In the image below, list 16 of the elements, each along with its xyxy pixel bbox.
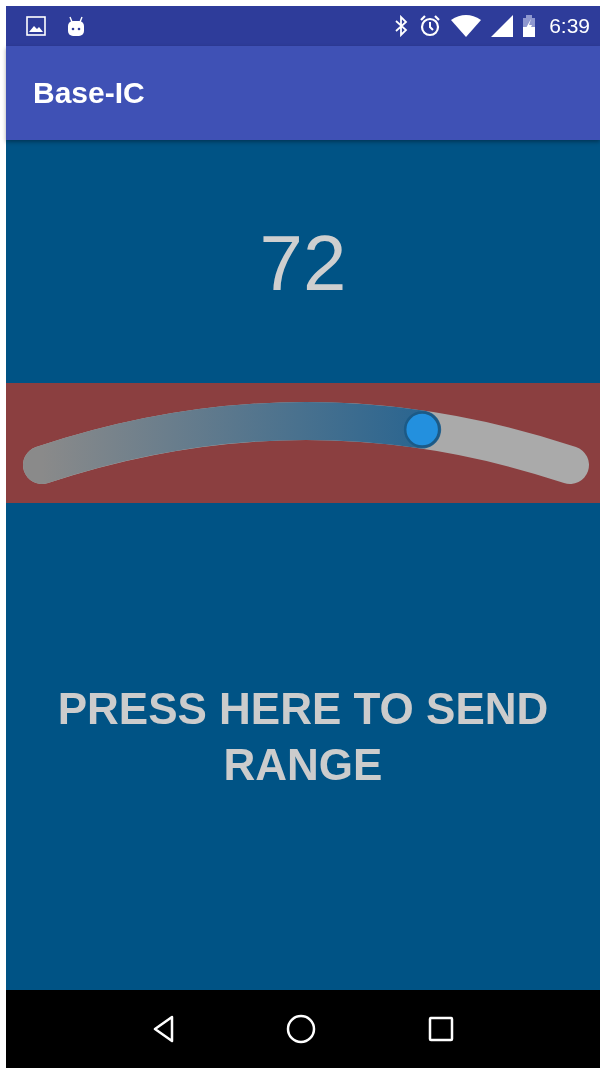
app-title: Base-IC [33,76,145,110]
bluetooth-icon [393,15,410,37]
wifi-icon [451,15,482,37]
status-time: 6:39 [549,14,590,38]
signal-icon [491,15,514,37]
image-icon [26,16,46,36]
back-icon[interactable] [151,1015,175,1043]
battery-charging-icon [523,15,536,37]
slider-thumb[interactable] [403,411,441,448]
send-range-button[interactable]: PRESS HERE TO SEND RANGE [43,680,563,793]
reading-value: 72 [259,218,347,309]
home-icon[interactable] [286,1014,317,1044]
slider-panel[interactable] [6,383,600,503]
alarm-icon [419,15,442,37]
recents-icon[interactable] [428,1016,455,1042]
robot-icon [66,15,86,37]
